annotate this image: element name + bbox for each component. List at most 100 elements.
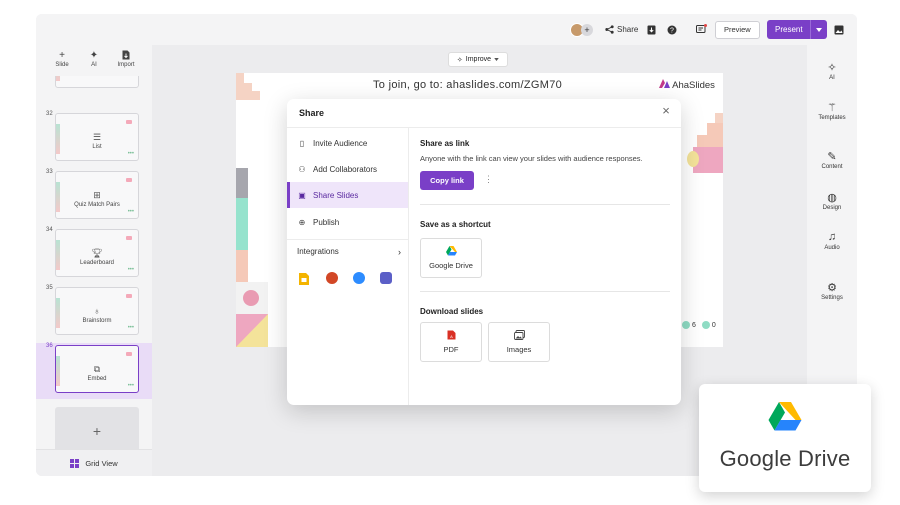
slide-row-35[interactable]: 35 ♁ Brainstorm •••: [36, 285, 152, 339]
lightbulb-icon: ♁: [93, 306, 101, 316]
present-dropdown[interactable]: [809, 20, 827, 39]
nav-label: Invite Audience: [313, 138, 368, 148]
slide-row-34[interactable]: 34 🏆︎ Leaderboard •••: [36, 227, 152, 281]
zoom-icon[interactable]: [353, 272, 365, 284]
teams-icon[interactable]: [380, 272, 392, 284]
reactions-count: 6: [682, 321, 696, 329]
preview-button[interactable]: Preview: [715, 20, 760, 39]
integrations-toggle[interactable]: Integrations ›: [297, 247, 401, 257]
share-link-title: Share as link: [420, 139, 470, 148]
help-button[interactable]: ?: [667, 14, 677, 45]
google-slides-icon[interactable]: [299, 272, 311, 285]
present-label: Present: [775, 25, 803, 34]
grid-icon: [70, 459, 80, 468]
chevron-right-icon: ›: [398, 247, 401, 257]
trophy-icon: 🏆︎: [91, 248, 103, 258]
download-pdf-button[interactable]: A PDF: [420, 322, 482, 362]
copy-link-button[interactable]: Copy link: [420, 171, 474, 190]
panel-content[interactable]: ✎ Content: [807, 150, 857, 170]
panel-design[interactable]: ◍ Design: [807, 191, 857, 211]
pdf-label: PDF: [443, 345, 459, 354]
google-drive-badge-text: Google Drive: [719, 446, 851, 471]
sparkle-icon: ✦: [89, 50, 99, 61]
improve-label: Improve: [465, 56, 492, 63]
nav-publish[interactable]: ⊕ Publish: [287, 209, 408, 235]
top-bar: + Share ? Preview Present: [36, 14, 857, 45]
slide-thumbnail-partial[interactable]: [36, 76, 152, 90]
chevron-down-icon: [815, 27, 822, 32]
divider: [287, 239, 408, 240]
add-slide-tool[interactable]: + Slide: [53, 45, 71, 75]
nav-share-slides[interactable]: ▣ Share Slides: [287, 182, 408, 208]
share-nav: ▯ Invite Audience ⚇ Add Collaborators ▣ …: [287, 128, 409, 405]
audience-stats: 6 0: [682, 321, 716, 329]
slide-thumbnail[interactable]: ♁ Brainstorm •••: [55, 287, 139, 335]
download-button[interactable]: [647, 14, 656, 45]
share-button[interactable]: Share: [605, 14, 638, 45]
download-title: Download slides: [420, 307, 484, 316]
import-icon: [122, 50, 130, 62]
modal-title: Share: [299, 108, 325, 118]
nav-add-collaborators[interactable]: ⚇ Add Collaborators: [287, 156, 408, 182]
slide-thumbnail[interactable]: ☰ List •••: [55, 113, 139, 161]
panel-label: Settings: [821, 295, 843, 301]
slide-thumbnail[interactable]: 🏆︎ Leaderboard •••: [55, 229, 139, 277]
slides-icon: ▣: [298, 190, 306, 200]
import-tool[interactable]: Import: [117, 45, 135, 75]
notifications-button[interactable]: [696, 14, 707, 45]
slide-row-33[interactable]: 33 ⊞ Quiz Match Pairs •••: [36, 169, 152, 223]
slide-row-32[interactable]: 32 ☰ List •••: [36, 111, 152, 165]
present-button[interactable]: Present: [767, 20, 827, 39]
ai-tool[interactable]: ✦ AI: [85, 45, 103, 75]
phone-icon: ▯: [299, 138, 305, 148]
pencil-icon: ✎: [827, 151, 837, 163]
image-button[interactable]: [834, 14, 844, 45]
divider: [420, 204, 670, 205]
modal-header: Share ×: [287, 99, 681, 128]
google-drive-badge: Google Drive: [699, 384, 871, 492]
music-icon: ♫: [827, 231, 837, 243]
grid-view-button[interactable]: Grid View: [36, 449, 152, 476]
grid-view-label: Grid View: [85, 459, 118, 468]
powerpoint-icon[interactable]: [326, 272, 338, 284]
slide-label: List: [92, 144, 102, 150]
slide-number: 34: [46, 227, 53, 233]
images-icon: [513, 330, 525, 340]
more-icon[interactable]: •••: [128, 325, 134, 331]
panel-templates[interactable]: ⚚ Templates: [807, 101, 857, 121]
panel-audio[interactable]: ♫ Audio: [807, 231, 857, 251]
add-slide-button[interactable]: +: [55, 407, 139, 455]
wand-icon: ⚚: [827, 102, 837, 114]
more-icon[interactable]: •••: [128, 383, 134, 389]
improve-button[interactable]: ✧ Improve: [448, 52, 508, 67]
nav-invite-audience[interactable]: ▯ Invite Audience: [287, 130, 408, 156]
slides-panel: + Slide ✦ AI Import 32 ☰ List ••• 33 ⊞ Q…: [36, 45, 152, 476]
more-icon[interactable]: •••: [128, 267, 134, 273]
slide-thumbnail[interactable]: ⊞ Quiz Match Pairs •••: [55, 171, 139, 219]
more-icon[interactable]: •••: [128, 151, 134, 157]
add-collaborator-icon: +: [581, 23, 593, 36]
download-images-button[interactable]: Images: [488, 322, 550, 362]
more-icon[interactable]: •••: [128, 209, 134, 215]
globe-icon: ⊕: [298, 217, 306, 227]
slide-thumbnail-active[interactable]: ⧉ Embed •••: [55, 345, 139, 393]
nav-label: Add Collaborators: [313, 164, 378, 174]
divider: [420, 291, 670, 292]
collaborators[interactable]: +: [570, 14, 593, 45]
more-options-icon[interactable]: ⋮: [484, 174, 493, 185]
participants-count: 0: [701, 321, 716, 329]
image-icon: [834, 25, 844, 34]
google-drive-button[interactable]: Google Drive: [420, 238, 482, 278]
share-link-section: Share as link Anyone with the link can v…: [420, 139, 670, 163]
pdf-icon: A: [447, 330, 455, 340]
panel-label: Audio: [824, 245, 840, 251]
panel-settings[interactable]: ⚙ Settings: [807, 281, 857, 301]
panel-ai[interactable]: ✧ AI: [807, 61, 857, 81]
svg-text:?: ?: [670, 27, 674, 34]
slide-label: Leaderboard: [79, 260, 115, 266]
close-icon[interactable]: ×: [657, 103, 675, 118]
nav-label: Share Slides: [313, 190, 359, 200]
slide-tool-label: Slide: [55, 62, 69, 68]
ai-tool-label: AI: [91, 62, 97, 68]
slide-row-36[interactable]: 36 ⧉ Embed •••: [36, 343, 152, 399]
